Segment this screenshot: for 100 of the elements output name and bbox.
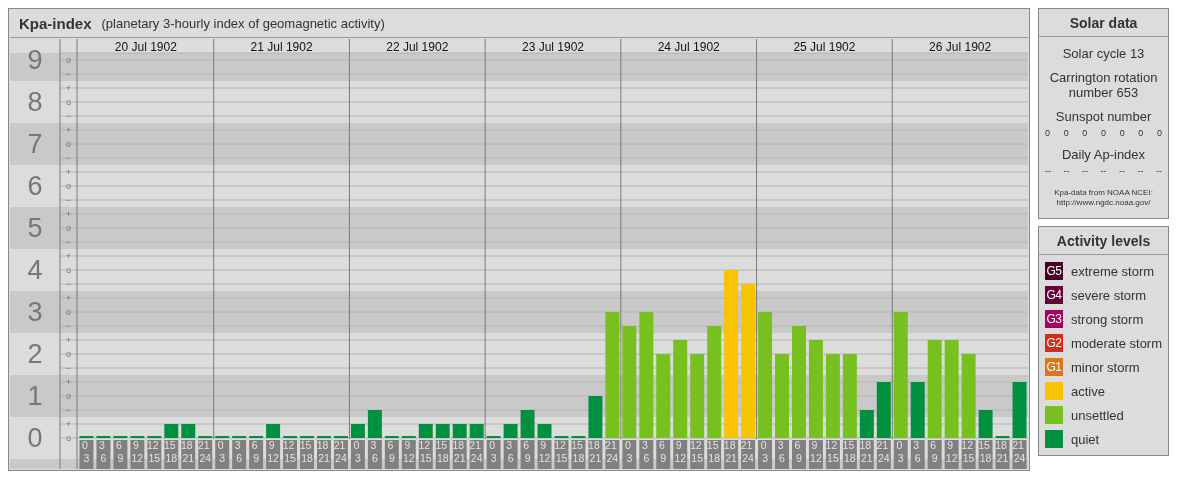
x-tick-label: 0 3 bbox=[353, 439, 363, 464]
sunspot-value: 0 bbox=[1101, 128, 1107, 138]
level-label: strong storm bbox=[1071, 311, 1144, 327]
sublevel-mark: − bbox=[65, 153, 72, 163]
x-tick-label: 18 21 bbox=[452, 439, 467, 464]
time-interval-label: 9 12 bbox=[130, 439, 145, 469]
time-interval-label: 9 12 bbox=[673, 439, 688, 469]
panel-title: Kpa-index bbox=[19, 14, 92, 32]
time-interval-label: 12 15 bbox=[961, 439, 976, 469]
x-tick-label: 15 18 bbox=[571, 439, 586, 464]
x-tick-label: 9 12 bbox=[131, 439, 144, 464]
source-text: Kpa-data from NOAA NCEI: bbox=[1053, 188, 1154, 198]
sublevel-mark: o bbox=[66, 55, 71, 65]
level-badge: G5 bbox=[1045, 262, 1063, 280]
x-tick-label: 6 9 bbox=[387, 439, 397, 464]
date-label: 24 Jul 1902 bbox=[657, 40, 720, 54]
x-tick-label: 0 3 bbox=[760, 439, 770, 464]
sublevel-mark: o bbox=[66, 349, 71, 359]
x-tick-label: 12 15 bbox=[689, 439, 705, 464]
x-tick-label: 12 15 bbox=[147, 439, 162, 464]
sublevel-mark: + bbox=[65, 251, 72, 261]
sublevel-mark: o bbox=[66, 265, 71, 275]
level-label: moderate storm bbox=[1071, 335, 1163, 351]
ap-index-value: -- bbox=[1100, 166, 1107, 176]
ap-index-value: -- bbox=[1119, 166, 1125, 176]
ap-index-value: -- bbox=[1137, 166, 1144, 176]
time-interval-label: 18 21 bbox=[180, 439, 196, 469]
time-interval-label: 3 6 bbox=[639, 439, 654, 469]
time-interval-label: 21 24 bbox=[1012, 439, 1027, 469]
x-tick-label: 18 21 bbox=[995, 439, 1010, 464]
sunspot-value: 0 bbox=[1063, 128, 1069, 138]
time-interval-label: 0 3 bbox=[893, 439, 908, 469]
y-axis-label: 6 bbox=[27, 171, 43, 201]
sublevel-mark: − bbox=[65, 69, 72, 79]
sublevel-mark: − bbox=[65, 195, 72, 205]
y-axis-label: 0 bbox=[27, 423, 43, 453]
level-label: extreme storm bbox=[1071, 263, 1155, 279]
sublevel-mark: o bbox=[66, 433, 71, 443]
x-tick-label: 0 3 bbox=[624, 439, 634, 464]
time-interval-label: 21 24 bbox=[197, 439, 213, 469]
x-tick-label: 21 24 bbox=[197, 439, 213, 464]
x-tick-label: 6 9 bbox=[116, 439, 125, 464]
sublevel-mark: − bbox=[65, 111, 72, 121]
x-tick-label: 3 6 bbox=[370, 439, 380, 464]
ap-index-value: -- bbox=[1063, 166, 1070, 176]
x-tick-label: 9 12 bbox=[945, 439, 958, 464]
time-interval-label: 15 18 bbox=[706, 439, 722, 469]
sublevel-mark: + bbox=[65, 335, 72, 345]
level-badge: G3 bbox=[1045, 310, 1063, 328]
panel-title: Activity levels bbox=[1039, 227, 1169, 255]
time-interval-label: 9 12 bbox=[401, 439, 416, 469]
time-interval-label: 21 24 bbox=[740, 439, 756, 469]
ap-index-value: -- bbox=[1156, 166, 1162, 176]
sublevel-mark: − bbox=[65, 279, 72, 289]
sunspot-value: 0 bbox=[1119, 128, 1125, 138]
time-interval-label: 18 21 bbox=[588, 439, 603, 469]
x-tick-label: 3 6 bbox=[913, 439, 923, 464]
level-badge: G4 bbox=[1045, 286, 1063, 304]
sublevel-mark: o bbox=[66, 97, 71, 107]
sublevel-mark: o bbox=[66, 391, 71, 401]
x-tick-label: 3 6 bbox=[234, 439, 244, 464]
x-tick-label: 0 3 bbox=[82, 439, 91, 464]
sublevel-mark: + bbox=[65, 83, 72, 93]
time-interval-label: 3 6 bbox=[775, 439, 789, 469]
time-interval-label: 0 3 bbox=[486, 439, 501, 469]
time-interval-label: 21 24 bbox=[876, 439, 891, 469]
date-label: 20 Jul 1902 bbox=[114, 40, 177, 54]
x-tick-label: 0 3 bbox=[489, 439, 499, 464]
x-tick-label: 0 3 bbox=[896, 439, 906, 464]
sublevel-mark: + bbox=[65, 167, 72, 177]
x-tick-label: 21 24 bbox=[605, 439, 620, 464]
time-interval-label: 12 15 bbox=[825, 439, 840, 469]
time-interval-label: 18 21 bbox=[995, 439, 1010, 469]
sublevel-mark: + bbox=[65, 209, 72, 219]
time-interval-label: 12 15 bbox=[418, 439, 433, 469]
time-interval-label: 3 6 bbox=[96, 439, 111, 469]
time-interval-label: 3 6 bbox=[503, 439, 518, 469]
time-interval-label: 15 18 bbox=[435, 439, 450, 469]
sublevel-mark: + bbox=[65, 419, 72, 429]
x-tick-label: 21 24 bbox=[1012, 439, 1027, 464]
date-label: 22 Jul 1902 bbox=[386, 40, 449, 54]
y-axis-label: 4 bbox=[27, 255, 43, 285]
ap-index-value: -- bbox=[1045, 166, 1051, 176]
level-label: unsettled bbox=[1071, 407, 1124, 423]
panel-subtitle: (planetary 3-hourly index of geomagnetic activity) bbox=[101, 15, 385, 31]
sunspot-value: 0 bbox=[1082, 128, 1088, 138]
x-tick-label: 18 21 bbox=[723, 439, 739, 464]
x-tick-label: 18 21 bbox=[859, 439, 875, 464]
x-tick-label: 3 6 bbox=[99, 439, 108, 464]
date-label: 21 Jul 1902 bbox=[250, 40, 313, 54]
x-tick-label: 12 15 bbox=[418, 439, 434, 464]
x-tick-label: 9 12 bbox=[674, 439, 687, 464]
level-label: severe storm bbox=[1071, 287, 1147, 303]
sublevel-mark: + bbox=[65, 377, 72, 387]
x-tick-label: 12 15 bbox=[282, 439, 298, 464]
x-tick-label: 15 18 bbox=[299, 439, 315, 464]
panel-title: Solar data bbox=[1039, 9, 1169, 37]
x-tick-label: 9 12 bbox=[810, 439, 822, 464]
x-tick-label: 6 9 bbox=[523, 439, 532, 464]
level-badge: G1 bbox=[1045, 358, 1063, 376]
